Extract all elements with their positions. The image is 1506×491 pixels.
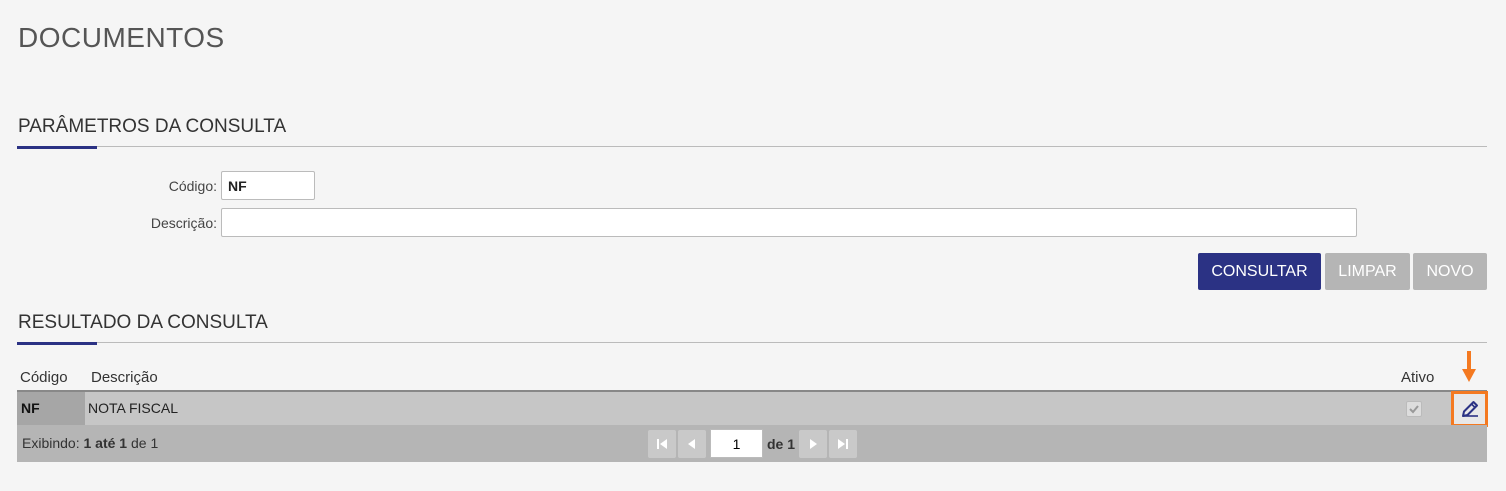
pager-exibindo-label: Exibindo: <box>22 435 80 451</box>
pencil-icon <box>1461 401 1478 417</box>
consultar-button[interactable]: CONSULTAR <box>1198 253 1321 290</box>
first-page-icon <box>657 439 667 449</box>
first-page-button[interactable] <box>648 430 676 458</box>
cell-descricao: NOTA FISCAL <box>88 400 178 416</box>
codigo-input[interactable] <box>221 171 315 200</box>
next-page-button[interactable] <box>799 430 827 458</box>
pager-range: 1 até 1 <box>83 435 128 451</box>
pager-summary: Exibindo: 1 até 1 de 1 <box>22 435 158 451</box>
limpar-button[interactable]: LIMPAR <box>1325 253 1410 290</box>
prev-page-button[interactable] <box>678 430 706 458</box>
descricao-label: Descrição: <box>150 215 217 231</box>
prev-page-icon <box>688 439 695 449</box>
params-section-accent <box>17 146 97 149</box>
novo-button[interactable]: NOVO <box>1413 253 1487 290</box>
annotation-arrow-icon <box>1461 351 1477 383</box>
ativo-checkbox <box>1406 401 1422 417</box>
codigo-label: Código: <box>168 178 217 194</box>
check-icon <box>1409 405 1419 414</box>
column-header-ativo[interactable]: Ativo <box>1401 369 1434 386</box>
edit-button[interactable] <box>1451 391 1488 427</box>
page-count: de 1 <box>767 436 796 452</box>
params-section-divider <box>17 146 1487 147</box>
descricao-input[interactable] <box>221 208 1357 237</box>
last-page-button[interactable] <box>829 430 857 458</box>
pager-de-label: de <box>130 435 147 451</box>
column-header-codigo[interactable]: Código <box>20 369 68 386</box>
results-section-title: RESULTADO DA CONSULTA <box>18 312 268 333</box>
page-title: DOCUMENTOS <box>18 22 225 53</box>
page-number-input[interactable] <box>710 429 763 458</box>
last-page-icon <box>838 439 848 449</box>
pager-total: 1 <box>150 435 159 451</box>
table-row[interactable] <box>17 392 1487 425</box>
results-section-divider <box>17 342 1487 343</box>
column-header-descricao[interactable]: Descrição <box>91 369 158 386</box>
params-section-title: PARÂMETROS DA CONSULTA <box>18 116 287 137</box>
cell-codigo: NF <box>17 392 85 425</box>
next-page-icon <box>810 439 817 449</box>
results-section-accent <box>17 342 97 345</box>
